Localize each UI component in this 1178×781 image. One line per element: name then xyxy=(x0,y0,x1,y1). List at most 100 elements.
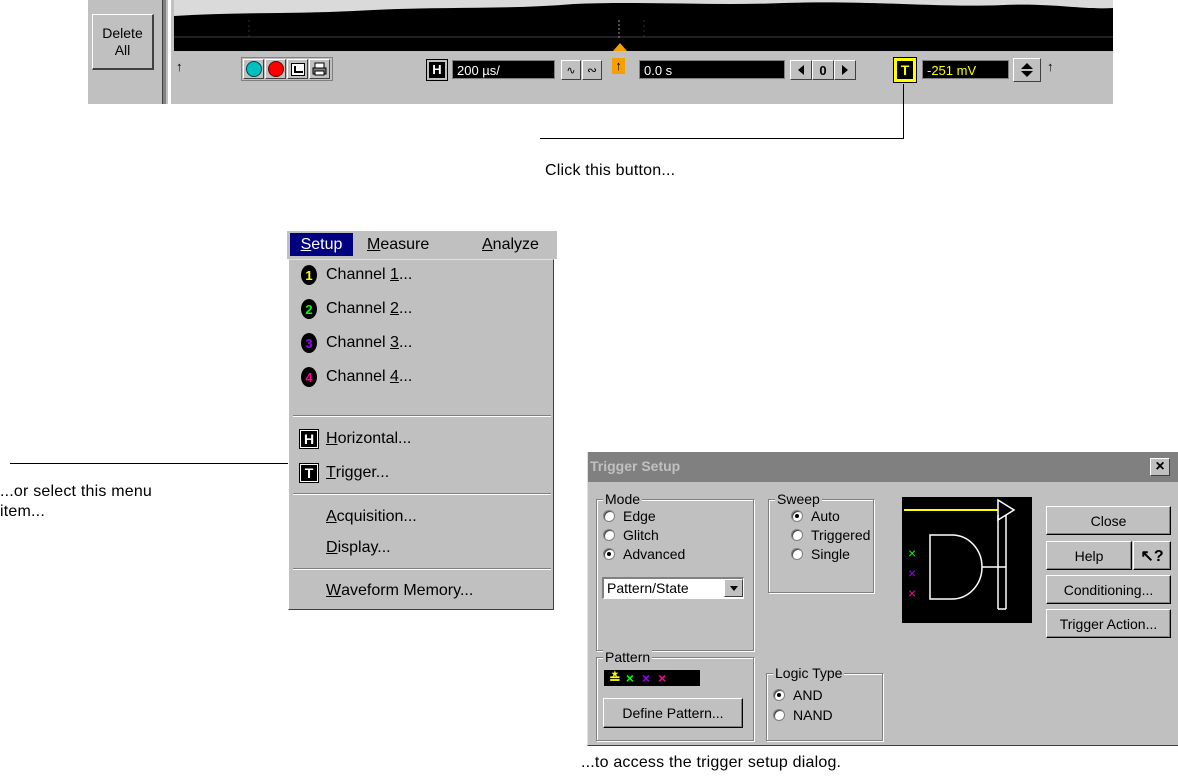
menu-item-acquisition[interactable]: Acquisition... xyxy=(289,504,552,530)
trigger-icon: T xyxy=(299,463,319,483)
help-button[interactable]: Help xyxy=(1046,541,1132,570)
trigger-level-field[interactable]: -251 mV xyxy=(922,60,1009,79)
sweep-option-triggered[interactable]: Triggered xyxy=(791,526,870,544)
radio-glitch[interactable] xyxy=(603,529,615,541)
rising-edge-icon: ≛ xyxy=(609,669,621,686)
dialog-title-bar[interactable]: Trigger Setup × xyxy=(588,452,1178,482)
delete-all-label-line2: All xyxy=(114,41,131,58)
toolbar-divider xyxy=(162,0,166,104)
horizontal-setup-button[interactable]: H xyxy=(426,59,448,81)
define-pattern-button-label: Define Pattern... xyxy=(622,705,724,721)
sweep-option-auto[interactable]: Auto xyxy=(791,507,840,525)
menu-item-horizontal-mnemonic: H xyxy=(326,430,338,447)
time-reference-icon[interactable]: ↑ xyxy=(612,58,625,74)
trigger-position-marker[interactable] xyxy=(613,43,627,51)
time-offset-field[interactable]: 0.0 s xyxy=(639,60,785,79)
menu-item-channel-3[interactable]: 3 Channel 3... xyxy=(289,330,552,356)
sweep-group-title: Sweep xyxy=(775,491,822,507)
close-button[interactable]: Close xyxy=(1046,506,1171,535)
autoscale-icon xyxy=(290,62,305,76)
radio-triggered[interactable] xyxy=(791,529,803,541)
mode-option-edge-label: Edge xyxy=(623,508,656,524)
menu-measure[interactable]: Measure xyxy=(367,233,429,256)
radio-advanced[interactable] xyxy=(603,548,615,560)
radio-auto[interactable] xyxy=(791,510,803,522)
context-help-button[interactable]: ↖? xyxy=(1133,541,1171,570)
pattern-x-ch3-icon: × xyxy=(641,670,651,686)
menu-item-channel-4[interactable]: 4 Channel 4... xyxy=(289,364,552,390)
menu-setup-rest: etup xyxy=(311,235,343,253)
logic-option-and[interactable]: AND xyxy=(773,686,823,704)
stop-button[interactable] xyxy=(265,59,286,79)
radio-edge[interactable] xyxy=(603,510,615,522)
define-pattern-button[interactable]: Define Pattern... xyxy=(603,698,743,728)
radio-and[interactable] xyxy=(773,689,785,701)
timebase-field[interactable]: 200 µs/ xyxy=(452,60,555,79)
menu-item-display[interactable]: Display... xyxy=(289,535,552,561)
waveform-mode-button-1[interactable]: ∿ xyxy=(561,60,581,80)
printer-icon xyxy=(312,62,327,76)
autoscale-button[interactable] xyxy=(287,59,308,79)
run-button[interactable] xyxy=(243,59,264,79)
mode-option-advanced[interactable]: Advanced xyxy=(603,545,685,563)
scroll-right-button[interactable] xyxy=(834,60,856,80)
and-gate-diagram: × × × xyxy=(904,498,1016,610)
trigger-action-button[interactable]: Trigger Action... xyxy=(1046,609,1171,638)
menu-bar: Setup Measure Analyze xyxy=(287,231,557,259)
pattern-display: ≛ × × × xyxy=(604,670,700,686)
menu-setup[interactable]: Setup xyxy=(290,233,353,256)
menu-analyze[interactable]: Analyze xyxy=(482,233,539,256)
callout-line-vertical xyxy=(903,84,904,138)
mode-dropdown[interactable]: Pattern/State xyxy=(602,577,744,599)
trigger-logic-diagram: × × × xyxy=(902,497,1032,623)
mode-option-edge[interactable]: Edge xyxy=(603,507,656,525)
sweep-option-single[interactable]: Single xyxy=(791,545,850,563)
logic-option-and-label: AND xyxy=(793,687,823,703)
scroll-left-button[interactable] xyxy=(790,60,812,80)
logic-option-nand[interactable]: NAND xyxy=(773,706,833,724)
menu-setup-mnemonic: S xyxy=(300,235,312,253)
mode-option-glitch[interactable]: Glitch xyxy=(603,526,659,544)
menu-item-horizontal[interactable]: H Horizontal... xyxy=(289,426,552,452)
channel-2-icon: 2 xyxy=(301,299,317,319)
waveform-display[interactable] xyxy=(174,0,1113,38)
menu-item-channel-4-pre: Channel xyxy=(326,368,391,385)
trigger-level-spinner[interactable] xyxy=(1013,58,1041,82)
menu-measure-rest: easure xyxy=(380,235,430,253)
menu-item-channel-1[interactable]: 1 Channel 1... xyxy=(289,262,552,288)
scroll-zero-button[interactable]: 0 xyxy=(812,60,834,80)
conditioning-button[interactable]: Conditioning... xyxy=(1046,575,1171,604)
menu-analyze-mnemonic: A xyxy=(482,235,493,253)
dialog-title: Trigger Setup xyxy=(590,458,681,474)
pattern-group: Pattern ≛ × × × Define Pattern... xyxy=(596,649,754,741)
callout-line-horizontal xyxy=(540,138,904,139)
menu-item-channel-3-mnemonic: 3 xyxy=(390,334,399,351)
radio-nand[interactable] xyxy=(773,709,785,721)
left-expand-arrow-icon[interactable]: ↑ xyxy=(176,60,183,74)
menu-item-display-rest: isplay... xyxy=(337,539,391,556)
mode-dropdown-button[interactable] xyxy=(724,579,743,597)
trigger-setup-button[interactable]: T xyxy=(893,57,917,83)
menu-item-horizontal-rest: orizontal... xyxy=(337,430,412,447)
sweep-group: Sweep Auto Triggered Single xyxy=(768,491,874,593)
delete-all-label-line1: Delete xyxy=(102,24,143,41)
menu-item-waveform-memory[interactable]: Waveform Memory... xyxy=(289,578,552,604)
menu-item-channel-1-post: ... xyxy=(398,266,413,283)
close-icon: × xyxy=(1155,458,1165,475)
menu-item-trigger[interactable]: T Trigger... xyxy=(289,460,552,486)
delete-all-button[interactable]: Delete All xyxy=(92,14,154,70)
waveform-mode-button-2[interactable]: ∾ xyxy=(582,60,602,80)
print-button[interactable] xyxy=(309,59,330,79)
menu-item-channel-4-post: ... xyxy=(398,368,413,385)
callout-dialog: ...to access the trigger setup dialog. xyxy=(581,754,842,771)
menu-item-channel-2[interactable]: 2 Channel 2... xyxy=(289,296,552,322)
menu-item-trigger-mnemonic: T xyxy=(326,464,336,481)
run-icon xyxy=(245,61,262,77)
stop-icon xyxy=(267,61,284,77)
mode-group-title: Mode xyxy=(603,491,643,507)
right-expand-arrow-icon[interactable]: ↑ xyxy=(1047,60,1054,74)
menu-separator xyxy=(293,568,551,570)
dialog-close-button[interactable]: × xyxy=(1150,458,1170,476)
svg-text:×: × xyxy=(908,545,916,561)
radio-single[interactable] xyxy=(791,548,803,560)
